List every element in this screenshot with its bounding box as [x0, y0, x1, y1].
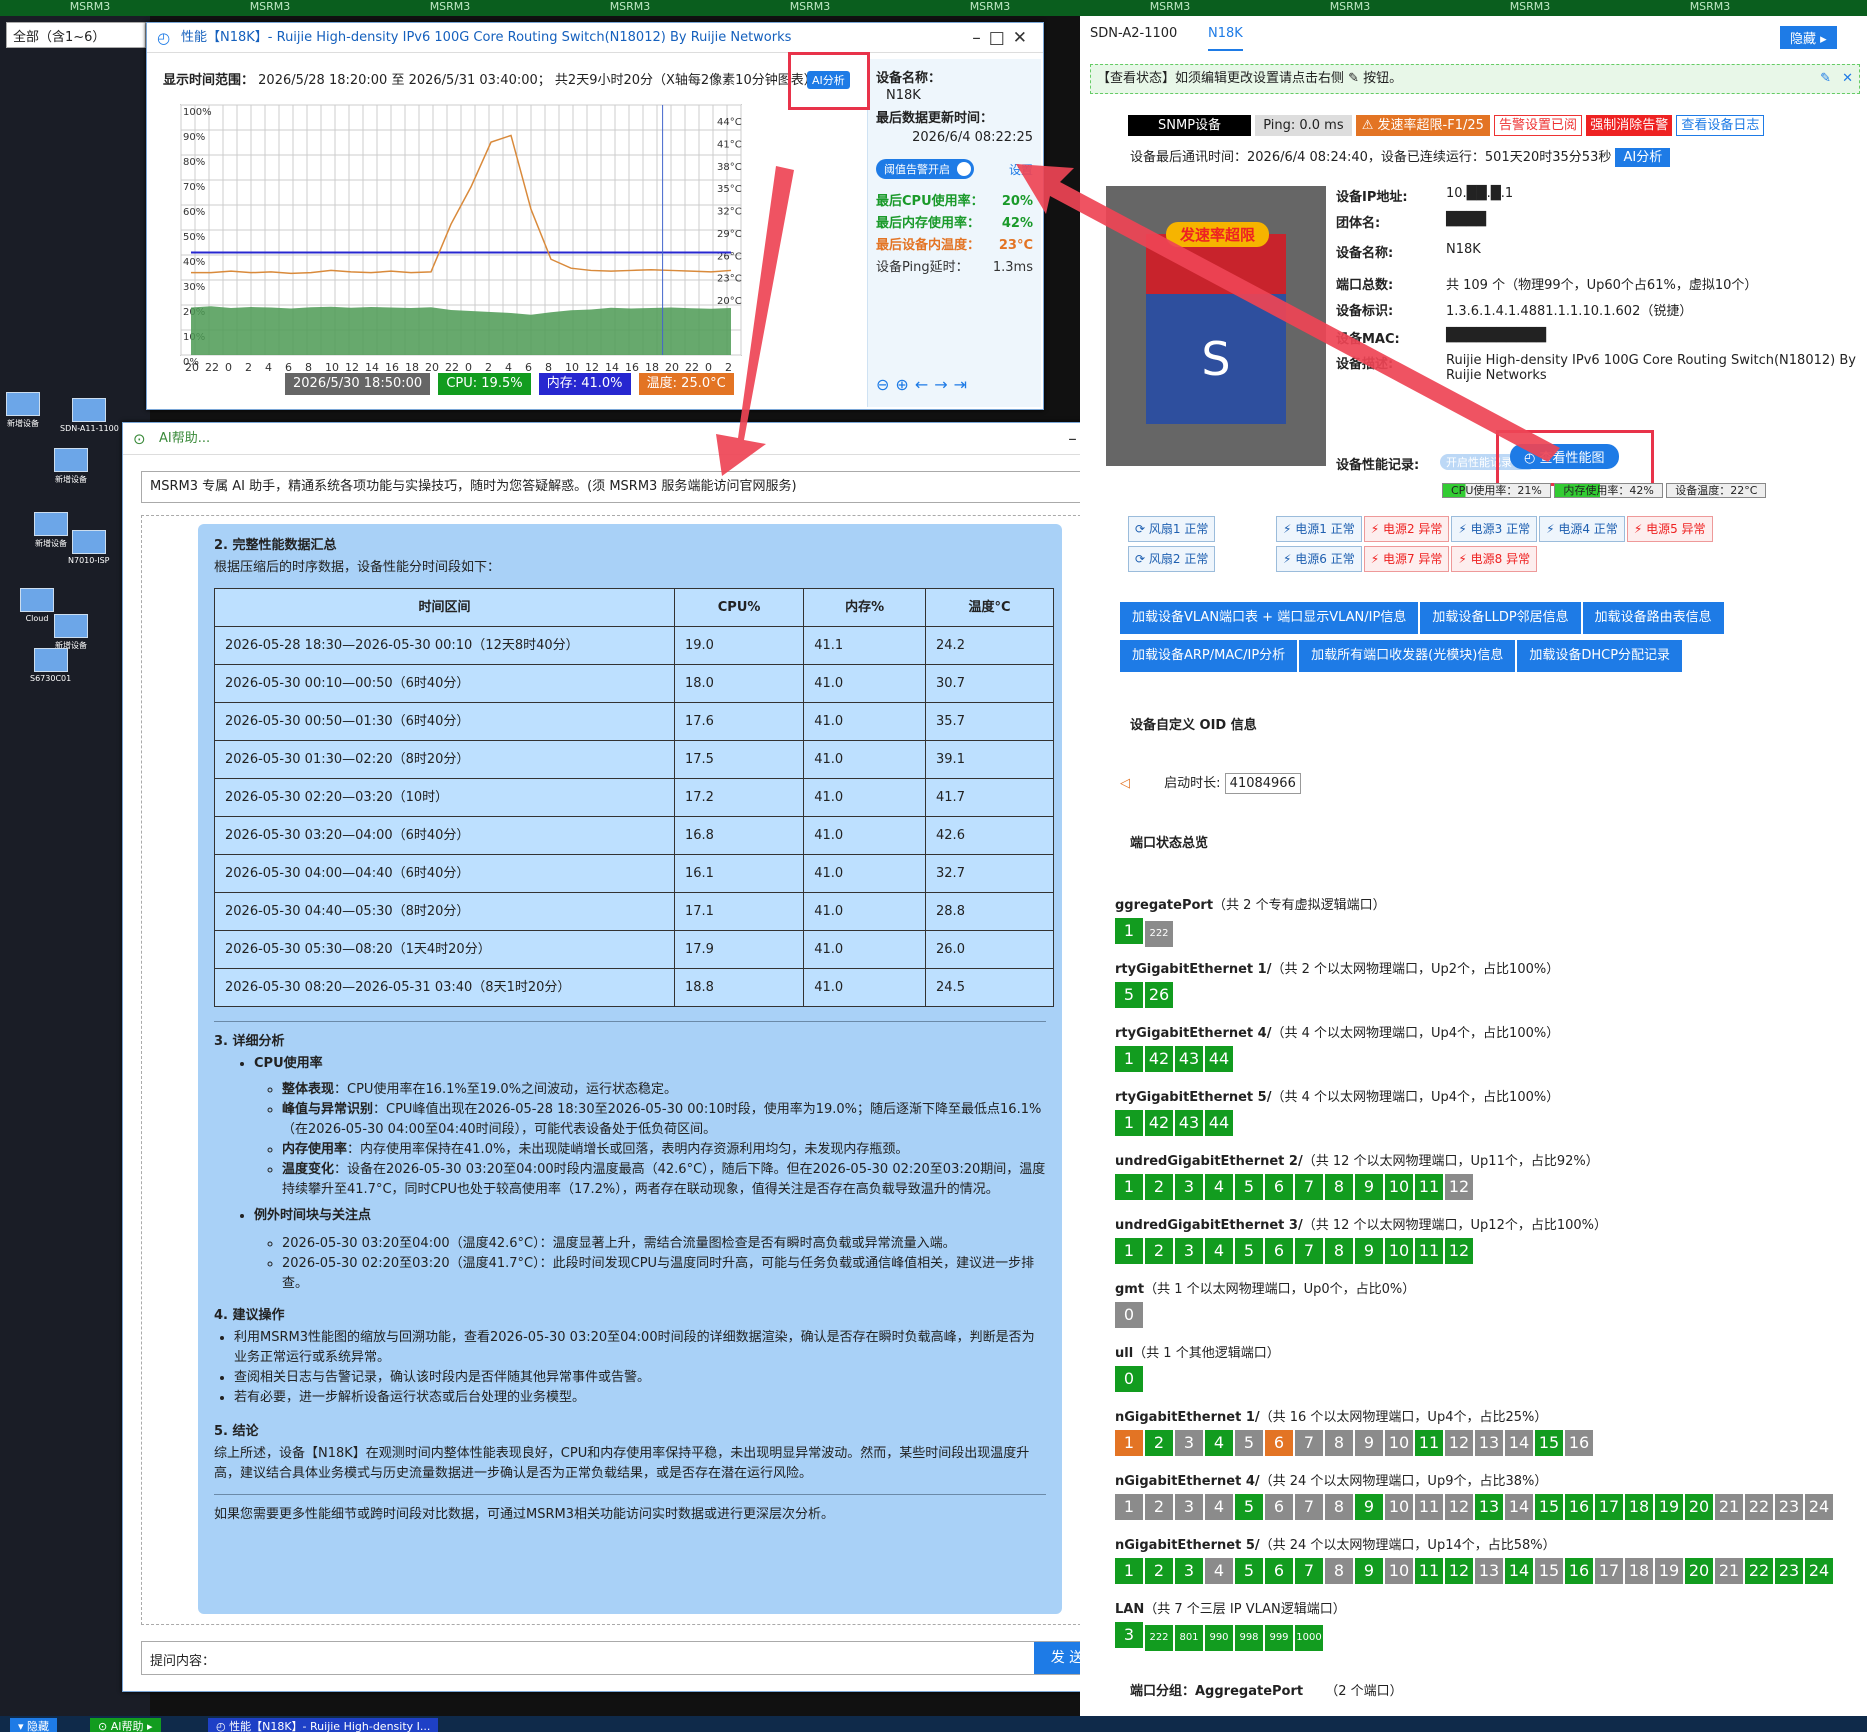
task-perf[interactable]: ◴ 性能【N18K】- Ruijie High-density I... — [208, 1718, 439, 1732]
task-perf-label: 性能【N18K】- Ruijie High-density I... — [229, 1720, 431, 1732]
arrow-to-perf — [1016, 164, 1560, 462]
annotation-arrows — [716, 164, 1560, 476]
task-hide-label: 隐藏 — [27, 1720, 50, 1732]
arrow-to-ai — [716, 166, 794, 476]
task-ai[interactable]: ⊙ AI帮助 ▸ — [90, 1718, 161, 1732]
task-ai-label: AI帮助 — [110, 1720, 144, 1732]
task-hide[interactable]: ▾ 隐藏 — [10, 1718, 58, 1732]
